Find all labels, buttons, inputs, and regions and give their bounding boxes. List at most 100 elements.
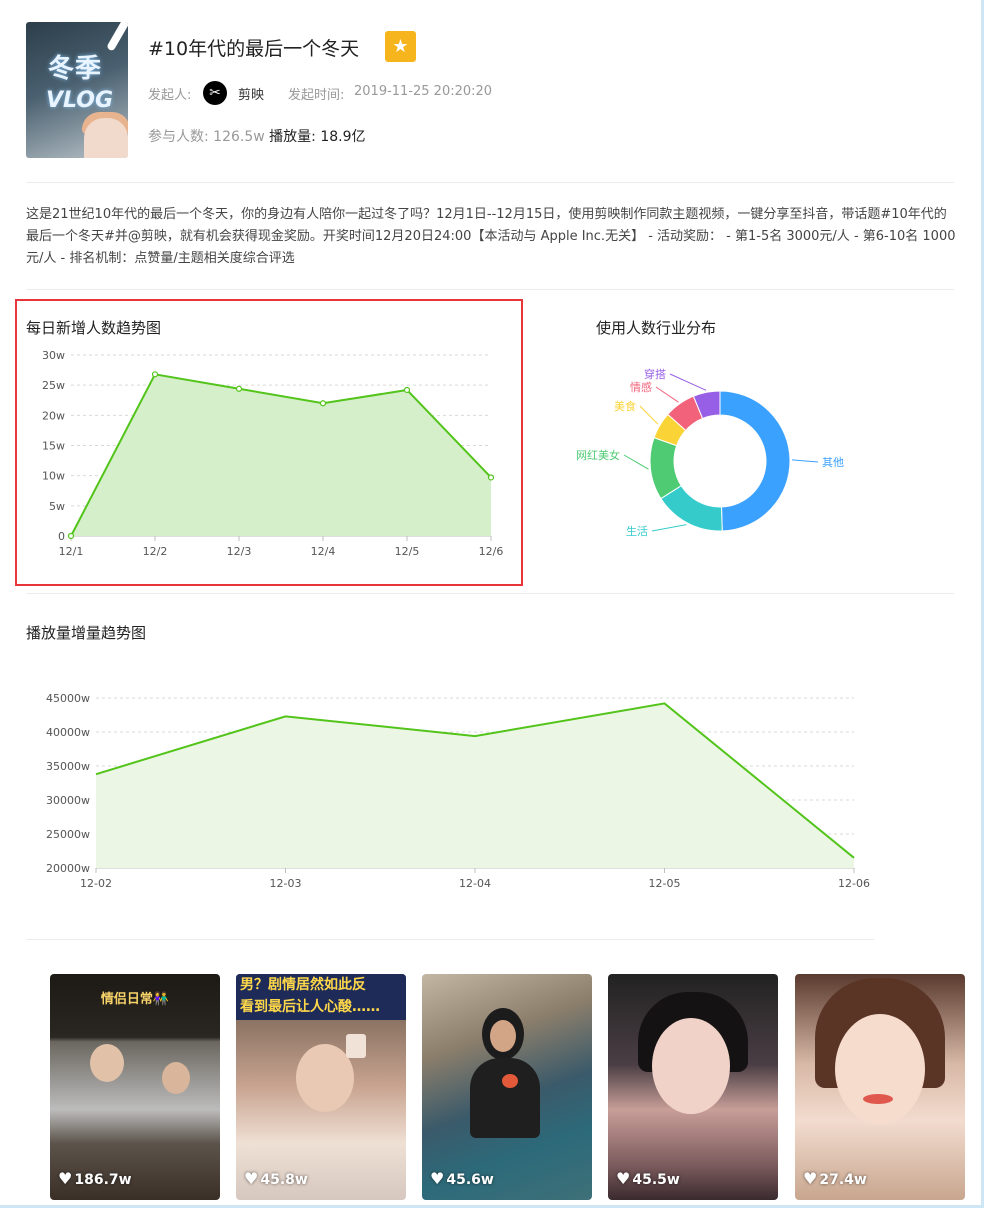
initiator-avatar-icon[interactable]: ✂ <box>203 81 227 105</box>
video-likes: ♥ 45.8w <box>244 1169 308 1188</box>
cover-decoration <box>106 22 128 52</box>
heart-icon: ♥ <box>58 1169 73 1188</box>
pie-slice <box>719 390 791 532</box>
slice-label: 其他 <box>822 456 844 469</box>
data-point <box>403 386 411 394</box>
cover-text-vlog: VLOG <box>46 88 114 113</box>
slice-label-line <box>623 454 649 470</box>
video-card[interactable]: ♥ 45.6w <box>422 974 592 1200</box>
x-tick-label: 12/3 <box>227 545 252 558</box>
y-tick-label: 35000w <box>46 760 90 773</box>
video-likes: ♥ 27.4w <box>803 1169 867 1188</box>
cover-person <box>84 118 128 158</box>
slice-label-line <box>669 373 707 391</box>
divider <box>26 939 874 940</box>
cover-text-title: 冬季 <box>48 54 103 84</box>
start-time-label: 发起时间: <box>288 88 345 103</box>
data-point <box>235 385 243 392</box>
data-point <box>487 474 495 481</box>
video-thumbnail-person <box>90 1044 124 1082</box>
y-tick-label: 20000w <box>46 862 90 875</box>
divider <box>26 593 954 594</box>
y-tick-label: 15w <box>42 440 65 453</box>
slice-label-line <box>791 459 819 463</box>
video-thumbnail-object <box>502 1074 518 1088</box>
topic-stats: 参与人数: 126.5w 播放量: 18.9亿 <box>148 126 366 146</box>
video-card[interactable]: ♥ 27.4w <box>795 974 965 1200</box>
video-card[interactable]: 情侣日常👫 ♥ 186.7w <box>50 974 220 1200</box>
x-tick-label: 12/5 <box>395 545 420 558</box>
video-thumbnail-face <box>652 1018 730 1114</box>
slice-label: 穿搭 <box>644 367 666 381</box>
x-tick-label: 12/2 <box>143 545 168 558</box>
y-tick-label: 0 <box>58 530 65 543</box>
likes-count: 27.4w <box>819 1172 867 1188</box>
data-point <box>151 371 159 378</box>
topic-cover-image[interactable]: 冬季 VLOG <box>26 22 128 158</box>
x-tick-label: 12-02 <box>80 877 112 890</box>
daily-chart-title: 每日新增人数趋势图 <box>26 319 162 337</box>
heart-icon: ♥ <box>803 1169 818 1188</box>
slice-label-line <box>651 524 687 532</box>
y-tick-label: 45000w <box>46 692 90 705</box>
plays-chart-title: 播放量增量趋势图 <box>26 624 147 642</box>
x-tick-label: 12-04 <box>459 877 491 890</box>
x-tick-label: 12/4 <box>311 545 336 558</box>
slice-label: 情感 <box>630 381 652 394</box>
slice-label-line <box>639 405 659 425</box>
video-thumbnail-wetsuit <box>470 1058 540 1138</box>
data-point <box>319 400 327 407</box>
favorite-star-icon[interactable]: ★ <box>385 31 416 62</box>
slice-label: 美食 <box>614 399 636 413</box>
initiator-name[interactable]: 剪映 <box>238 84 264 103</box>
divider <box>26 182 954 183</box>
industry-distribution-chart: 其他生活 网红美女 美食 情感穿搭 <box>576 367 844 538</box>
y-tick-label: 30w <box>42 349 65 362</box>
participants-value: 126.5w <box>213 129 265 145</box>
banner-line-2: 看到最后让人心酸…… <box>240 999 380 1015</box>
likes-count: 45.6w <box>446 1172 494 1188</box>
video-card[interactable]: ♥ 45.5w <box>608 974 778 1200</box>
heart-icon: ♥ <box>244 1169 259 1188</box>
x-tick-label: 12-03 <box>270 877 302 890</box>
y-tick-label: 5w <box>49 500 65 513</box>
video-banner: 男？剧情居然如此反 看到最后让人心酸…… <box>236 974 406 1020</box>
x-tick-label: 12-05 <box>649 877 681 890</box>
video-thumbnail-lips <box>863 1094 893 1104</box>
plays-value: 18.9亿 <box>320 129 366 145</box>
y-tick-label: 10w <box>42 470 65 483</box>
video-thumbnail-person <box>162 1062 190 1094</box>
slice-label-line <box>655 386 679 403</box>
x-tick-label: 12/6 <box>479 545 504 558</box>
y-tick-label: 40000w <box>46 726 90 739</box>
likes-count: 45.8w <box>260 1172 308 1188</box>
banner-line-1: 男？剧情居然如此反 <box>240 977 366 993</box>
video-likes: ♥ 186.7w <box>58 1169 132 1188</box>
y-tick-label: 25000w <box>46 828 90 841</box>
plays-label: 播放量: <box>269 129 316 145</box>
y-tick-label: 25w <box>42 379 65 392</box>
video-likes: ♥ 45.6w <box>430 1169 494 1188</box>
y-tick-label: 20w <box>42 409 65 422</box>
video-thumbnail-face <box>490 1020 516 1052</box>
video-card[interactable]: 男？剧情居然如此反 看到最后让人心酸…… ♥ 45.8w <box>236 974 406 1200</box>
x-tick-label: 12-06 <box>838 877 870 890</box>
area-fill <box>71 374 491 536</box>
participants-label: 参与人数: <box>148 129 209 145</box>
industry-chart-title: 使用人数行业分布 <box>596 319 717 337</box>
divider <box>26 289 954 290</box>
daily-new-users-chart: 0 5w 10w 15w 20w 25w 30w 12/1 12/2 12/3 12/4 12/5 12… <box>42 349 504 558</box>
y-tick-label: 30000w <box>46 794 90 807</box>
initiator-label: 发起人: <box>148 88 192 103</box>
x-tick-label: 12/1 <box>59 545 84 558</box>
heart-icon: ♥ <box>616 1169 631 1188</box>
video-thumbnail-face <box>835 1014 925 1124</box>
video-likes: ♥ 45.5w <box>616 1169 680 1188</box>
topic-description: 这是21世纪10年代的最后一个冬天，你的身边有人陪你一起过冬了吗？12月1日--… <box>26 207 956 266</box>
heart-icon: ♥ <box>430 1169 445 1188</box>
slice-label: 网红美女 <box>576 448 620 462</box>
data-point <box>67 532 75 540</box>
video-call-inset <box>346 1034 366 1058</box>
start-time-value: 2019-11-25 20:20:20 <box>354 84 493 99</box>
video-caption: 情侣日常👫 <box>100 992 170 1007</box>
